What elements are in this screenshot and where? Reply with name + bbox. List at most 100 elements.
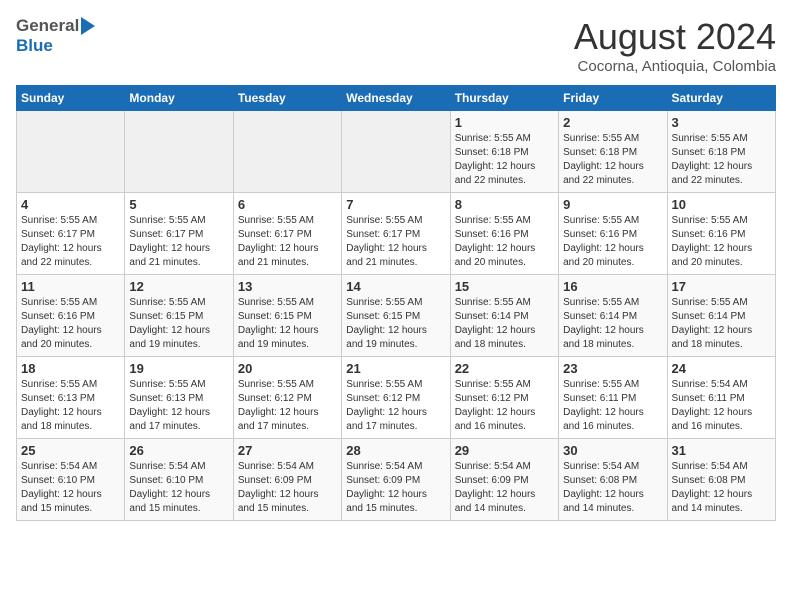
day-info: Sunrise: 5:55 AM Sunset: 6:15 PM Dayligh… (238, 296, 337, 352)
calendar-cell (233, 111, 341, 193)
calendar-cell: 5Sunrise: 5:55 AM Sunset: 6:17 PM Daylig… (125, 193, 233, 275)
day-info: Sunrise: 5:55 AM Sunset: 6:14 PM Dayligh… (455, 296, 554, 352)
day-number: 6 (238, 197, 337, 212)
day-info: Sunrise: 5:55 AM Sunset: 6:12 PM Dayligh… (346, 378, 445, 434)
day-info: Sunrise: 5:54 AM Sunset: 6:08 PM Dayligh… (563, 460, 662, 516)
day-number: 9 (563, 197, 662, 212)
day-info: Sunrise: 5:55 AM Sunset: 6:17 PM Dayligh… (238, 214, 337, 270)
day-number: 1 (455, 115, 554, 130)
day-info: Sunrise: 5:55 AM Sunset: 6:15 PM Dayligh… (129, 296, 228, 352)
calendar-cell (17, 111, 125, 193)
calendar-cell (125, 111, 233, 193)
calendar-cell: 28 Sunrise: 5:54 AM Sunset: 6:09 PM Dayli… (342, 439, 450, 521)
day-number: 23 (563, 361, 662, 376)
day-info: Sunrise: 5:54 AM Sunset: 6:10 PM Dayligh… (21, 460, 120, 516)
day-number: 12 (129, 279, 228, 294)
calendar-cell: 9 Sunrise: 5:55 AM Sunset: 6:16 PM Daylig… (559, 193, 667, 275)
day-number: 3 (672, 115, 771, 130)
calendar-cell: 24 Sunrise: 5:54 AM Sunset: 6:11 PM Dayli… (667, 357, 775, 439)
day-info: Sunrise: 5:55 AM Sunset: 6:12 PM Dayligh… (238, 378, 337, 434)
calendar-cell: 1 Sunrise: 5:55 AM Sunset: 6:18 PM Daylig… (450, 111, 558, 193)
calendar-header-row: SundayMondayTuesdayWednesdayThursdayFrid… (17, 86, 776, 111)
calendar-cell: 10 Sunrise: 5:55 AM Sunset: 6:16 PM Dayli… (667, 193, 775, 275)
day-number: 16 (563, 279, 662, 294)
day-number: 24 (672, 361, 771, 376)
calendar-cell: 19Sunrise: 5:55 AM Sunset: 6:13 PM Dayli… (125, 357, 233, 439)
day-number: 30 (563, 443, 662, 458)
day-info: Sunrise: 5:55 AM Sunset: 6:16 PM Dayligh… (672, 214, 771, 270)
day-number: 25 (21, 443, 120, 458)
week-row-1: 4Sunrise: 5:55 AM Sunset: 6:17 PM Daylig… (17, 193, 776, 275)
col-header-tuesday: Tuesday (233, 86, 341, 111)
col-header-wednesday: Wednesday (342, 86, 450, 111)
day-info: Sunrise: 5:55 AM Sunset: 6:13 PM Dayligh… (21, 378, 120, 434)
day-info: Sunrise: 5:54 AM Sunset: 6:08 PM Dayligh… (672, 460, 771, 516)
col-header-monday: Monday (125, 86, 233, 111)
calendar-cell (342, 111, 450, 193)
day-number: 10 (672, 197, 771, 212)
calendar-cell: 29 Sunrise: 5:54 AM Sunset: 6:09 PM Dayli… (450, 439, 558, 521)
col-header-friday: Friday (559, 86, 667, 111)
day-info: Sunrise: 5:54 AM Sunset: 6:11 PM Dayligh… (672, 378, 771, 434)
week-row-0: 1 Sunrise: 5:55 AM Sunset: 6:18 PM Daylig… (17, 111, 776, 193)
day-info: Sunrise: 5:55 AM Sunset: 6:18 PM Dayligh… (455, 132, 554, 188)
week-row-4: 25 Sunrise: 5:54 AM Sunset: 6:10 PM Dayli… (17, 439, 776, 521)
calendar-cell: 15 Sunrise: 5:55 AM Sunset: 6:14 PM Dayli… (450, 275, 558, 357)
day-info: Sunrise: 5:54 AM Sunset: 6:10 PM Dayligh… (129, 460, 228, 516)
calendar-cell: 14Sunrise: 5:55 AM Sunset: 6:15 PM Dayli… (342, 275, 450, 357)
day-info: Sunrise: 5:55 AM Sunset: 6:18 PM Dayligh… (672, 132, 771, 188)
calendar-cell: 13 Sunrise: 5:55 AM Sunset: 6:15 PM Dayli… (233, 275, 341, 357)
day-number: 2 (563, 115, 662, 130)
day-info: Sunrise: 5:55 AM Sunset: 6:16 PM Dayligh… (455, 214, 554, 270)
day-number: 8 (455, 197, 554, 212)
day-number: 7 (346, 197, 445, 212)
calendar-cell: 12 Sunrise: 5:55 AM Sunset: 6:15 PM Dayli… (125, 275, 233, 357)
col-header-thursday: Thursday (450, 86, 558, 111)
day-number: 19 (129, 361, 228, 376)
day-number: 28 (346, 443, 445, 458)
day-number: 15 (455, 279, 554, 294)
day-info: Sunrise: 5:54 AM Sunset: 6:09 PM Dayligh… (346, 460, 445, 516)
logo: General Blue (16, 16, 95, 56)
calendar-cell: 26Sunrise: 5:54 AM Sunset: 6:10 PM Dayli… (125, 439, 233, 521)
calendar-cell: 2 Sunrise: 5:55 AM Sunset: 6:18 PM Daylig… (559, 111, 667, 193)
calendar-cell: 4Sunrise: 5:55 AM Sunset: 6:17 PM Daylig… (17, 193, 125, 275)
calendar-cell: 7 Sunrise: 5:55 AM Sunset: 6:17 PM Daylig… (342, 193, 450, 275)
day-number: 13 (238, 279, 337, 294)
calendar-cell: 22Sunrise: 5:55 AM Sunset: 6:12 PM Dayli… (450, 357, 558, 439)
day-number: 21 (346, 361, 445, 376)
calendar-cell: 31 Sunrise: 5:54 AM Sunset: 6:08 PM Dayli… (667, 439, 775, 521)
calendar-cell: 3 Sunrise: 5:55 AM Sunset: 6:18 PM Daylig… (667, 111, 775, 193)
logo-general: General (16, 16, 79, 36)
title-area: August 2024 Cocorna, Antioquia, Colombia (574, 16, 776, 75)
day-number: 27 (238, 443, 337, 458)
calendar-cell: 8 Sunrise: 5:55 AM Sunset: 6:16 PM Daylig… (450, 193, 558, 275)
day-info: Sunrise: 5:54 AM Sunset: 6:09 PM Dayligh… (455, 460, 554, 516)
calendar-cell: 11Sunrise: 5:55 AM Sunset: 6:16 PM Dayli… (17, 275, 125, 357)
day-info: Sunrise: 5:55 AM Sunset: 6:18 PM Dayligh… (563, 132, 662, 188)
day-info: Sunrise: 5:55 AM Sunset: 6:11 PM Dayligh… (563, 378, 662, 434)
day-info: Sunrise: 5:55 AM Sunset: 6:17 PM Dayligh… (346, 214, 445, 270)
col-header-saturday: Saturday (667, 86, 775, 111)
calendar-cell: 23 Sunrise: 5:55 AM Sunset: 6:11 PM Dayli… (559, 357, 667, 439)
col-header-sunday: Sunday (17, 86, 125, 111)
day-info: Sunrise: 5:55 AM Sunset: 6:14 PM Dayligh… (672, 296, 771, 352)
calendar-cell: 6 Sunrise: 5:55 AM Sunset: 6:17 PM Daylig… (233, 193, 341, 275)
calendar: SundayMondayTuesdayWednesdayThursdayFrid… (16, 85, 776, 521)
day-info: Sunrise: 5:55 AM Sunset: 6:15 PM Dayligh… (346, 296, 445, 352)
day-number: 18 (21, 361, 120, 376)
day-number: 17 (672, 279, 771, 294)
day-info: Sunrise: 5:55 AM Sunset: 6:16 PM Dayligh… (563, 214, 662, 270)
calendar-cell: 17 Sunrise: 5:55 AM Sunset: 6:14 PM Dayli… (667, 275, 775, 357)
logo-arrow-icon (81, 17, 95, 35)
day-number: 11 (21, 279, 120, 294)
day-number: 29 (455, 443, 554, 458)
day-number: 22 (455, 361, 554, 376)
logo-blue: Blue (16, 36, 53, 55)
calendar-cell: 18 Sunrise: 5:55 AM Sunset: 6:13 PM Dayli… (17, 357, 125, 439)
day-number: 31 (672, 443, 771, 458)
day-info: Sunrise: 5:54 AM Sunset: 6:09 PM Dayligh… (238, 460, 337, 516)
calendar-cell: 21 Sunrise: 5:55 AM Sunset: 6:12 PM Dayli… (342, 357, 450, 439)
calendar-cell: 25 Sunrise: 5:54 AM Sunset: 6:10 PM Dayli… (17, 439, 125, 521)
week-row-2: 11Sunrise: 5:55 AM Sunset: 6:16 PM Dayli… (17, 275, 776, 357)
